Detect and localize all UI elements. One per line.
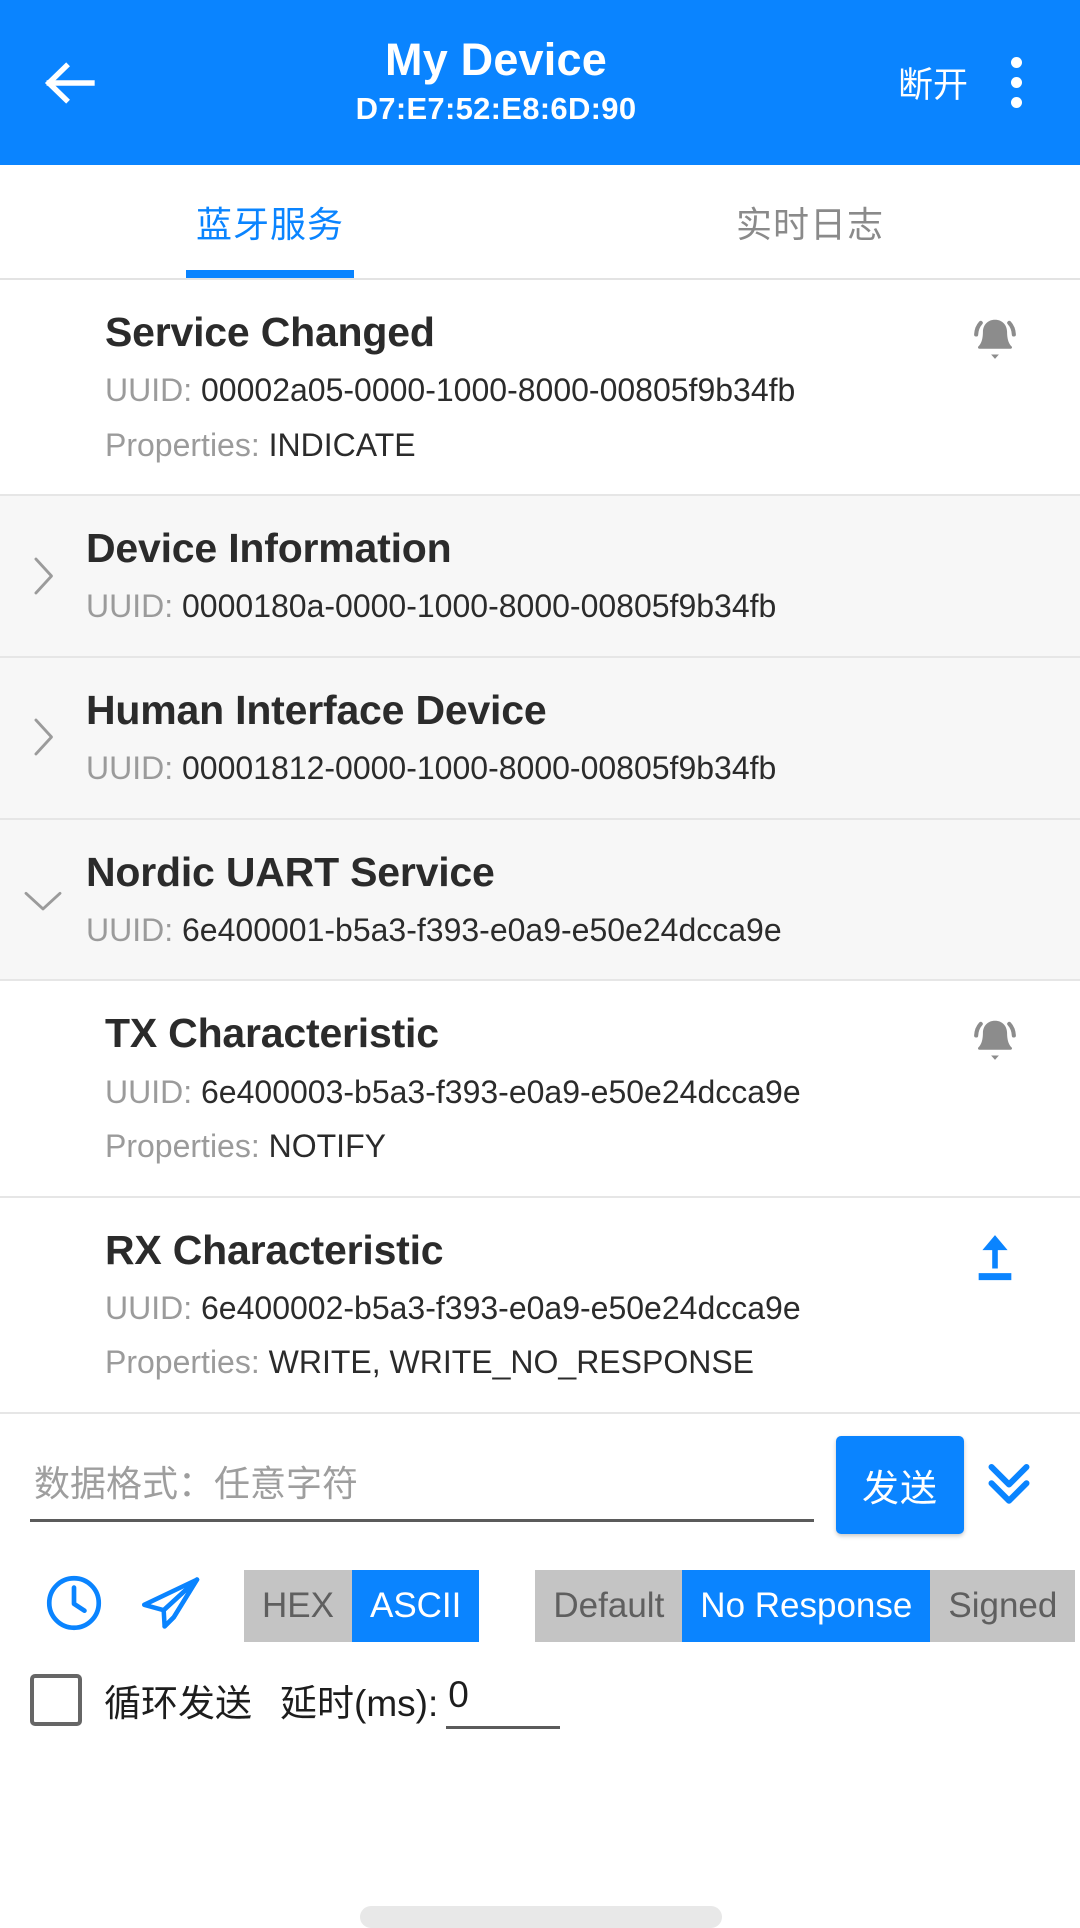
list-item-uuid: UUID: 0000180a-0000-1000-8000-00805f9b34… xyxy=(86,584,1050,629)
list-item[interactable]: Service Changed UUID: 00002a05-0000-1000… xyxy=(0,280,1080,497)
tool-row: HEX ASCII Default No Response Signed xyxy=(0,1544,1080,1660)
title-block: My Device D7:E7:52:E8:6D:90 xyxy=(108,35,884,129)
tab-label: 蓝牙服务 xyxy=(195,203,344,245)
arrow-left-icon xyxy=(39,52,101,114)
write-mode-toggle-group: Default No Response Signed xyxy=(535,1569,1076,1642)
bell-notify-icon xyxy=(966,312,1024,370)
properties-label: Properties: xyxy=(105,1128,260,1165)
expand-panel-button[interactable] xyxy=(964,1452,1054,1517)
history-button[interactable] xyxy=(26,1558,122,1654)
list-item-title: Service Changed xyxy=(105,309,435,355)
delay-input[interactable] xyxy=(446,1671,561,1729)
overflow-menu-button[interactable] xyxy=(974,35,1058,131)
notify-toggle-button[interactable] xyxy=(940,1007,1050,1071)
list-item-uuid: UUID: 00001812-0000-1000-8000-00805f9b34… xyxy=(86,746,1050,791)
properties-label: Properties: xyxy=(105,426,260,463)
list-item-body: Device Information UUID: 0000180a-0000-1… xyxy=(86,522,1050,630)
expand-toggle[interactable] xyxy=(0,708,86,767)
more-vertical-icon-dot xyxy=(1010,57,1022,68)
list-item[interactable]: TX Characteristic UUID: 6e400003-b5a3-f3… xyxy=(0,981,1080,1198)
write-button[interactable] xyxy=(940,1224,1050,1291)
tab-bar: 蓝牙服务 实时日志 xyxy=(0,165,1080,280)
service-list: Service Changed UUID: 00002a05-0000-1000… xyxy=(0,280,1080,1414)
device-address: D7:E7:52:E8:6D:90 xyxy=(355,90,637,126)
properties-value: NOTIFY xyxy=(268,1128,386,1165)
send-panel: 发送 xyxy=(0,1413,1080,1729)
list-item-title: Human Interface Device xyxy=(86,686,547,733)
list-item[interactable]: Device Information UUID: 0000180a-0000-1… xyxy=(0,496,1080,658)
bell-notify-icon xyxy=(966,1013,1024,1071)
disconnect-button[interactable]: 断开 xyxy=(892,47,974,118)
write-mode-option-signed[interactable]: Signed xyxy=(930,1569,1076,1642)
chevron-right-icon xyxy=(26,551,60,606)
app-bar: My Device D7:E7:52:E8:6D:90 断开 xyxy=(0,0,1080,165)
write-mode-option-no-response[interactable]: No Response xyxy=(682,1569,931,1642)
format-option-ascii[interactable]: ASCII xyxy=(351,1569,480,1642)
list-item[interactable]: Human Interface Device UUID: 00001812-00… xyxy=(0,657,1080,820)
list-item[interactable]: Nordic UART Service UUID: 6e400001-b5a3-… xyxy=(0,819,1080,982)
data-input[interactable] xyxy=(30,1447,814,1523)
list-item-title: RX Characteristic xyxy=(105,1226,444,1273)
list-item-uuid: UUID: 6e400001-b5a3-f393-e0a9-e50e24dcca… xyxy=(86,908,1050,953)
list-item-properties: Properties: WRITE, WRITE_NO_RESPONSE xyxy=(105,1340,940,1385)
bottom-partial-card xyxy=(360,1906,722,1928)
list-item-uuid: UUID: 6e400002-b5a3-f393-e0a9-e50e24dcca… xyxy=(105,1286,940,1331)
list-item-properties: Properties: NOTIFY xyxy=(105,1124,940,1169)
list-item-title: Device Information xyxy=(86,525,452,572)
write-mode-option-default[interactable]: Default xyxy=(535,1569,683,1642)
tab-label: 实时日志 xyxy=(735,203,884,245)
uuid-label: UUID: xyxy=(105,372,193,409)
expand-toggle[interactable] xyxy=(0,547,86,606)
list-item-body: RX Characteristic UUID: 6e400002-b5a3-f3… xyxy=(105,1224,940,1386)
tab-bluetooth-services[interactable]: 蓝牙服务 xyxy=(0,165,540,278)
tab-realtime-log[interactable]: 实时日志 xyxy=(540,165,1080,278)
send-button[interactable]: 发送 xyxy=(836,1435,964,1534)
format-option-hex[interactable]: HEX xyxy=(244,1569,352,1642)
page-title: My Device xyxy=(385,34,607,86)
uuid-value: 6e400003-b5a3-f393-e0a9-e50e24dcca9e xyxy=(201,1073,801,1110)
list-item-body: Nordic UART Service UUID: 6e400001-b5a3-… xyxy=(86,846,1050,954)
uuid-value: 6e400001-b5a3-f393-e0a9-e50e24dcca9e xyxy=(182,911,782,948)
uuid-label: UUID: xyxy=(86,911,174,948)
uuid-value: 00001812-0000-1000-8000-00805f9b34fb xyxy=(182,750,777,787)
uuid-value: 6e400002-b5a3-f393-e0a9-e50e24dcca9e xyxy=(201,1289,801,1326)
uuid-label: UUID: xyxy=(105,1289,193,1326)
paper-plane-icon xyxy=(134,1567,206,1644)
loop-send-label: 循环发送 xyxy=(104,1683,252,1725)
notify-toggle-button[interactable] xyxy=(940,306,1050,370)
properties-value: INDICATE xyxy=(268,426,416,463)
properties-value: WRITE, WRITE_NO_RESPONSE xyxy=(268,1344,755,1381)
list-item-body: TX Characteristic UUID: 6e400003-b5a3-f3… xyxy=(105,1007,940,1169)
list-item-title: TX Characteristic xyxy=(105,1010,439,1057)
chevrons-down-icon xyxy=(979,1452,1039,1517)
quick-send-button[interactable] xyxy=(122,1558,218,1654)
list-item-body: Service Changed UUID: 00002a05-0000-1000… xyxy=(105,306,940,468)
list-item-title: Nordic UART Service xyxy=(86,848,495,895)
uuid-value: 0000180a-0000-1000-8000-00805f9b34fb xyxy=(182,588,777,625)
list-item-uuid: UUID: 6e400003-b5a3-f393-e0a9-e50e24dcca… xyxy=(105,1070,940,1115)
chevron-right-icon xyxy=(26,712,60,767)
list-item-body: Human Interface Device UUID: 00001812-00… xyxy=(86,684,1050,792)
uuid-value: 00002a05-0000-1000-8000-00805f9b34fb xyxy=(201,372,796,409)
list-item-uuid: UUID: 00002a05-0000-1000-8000-00805f9b34… xyxy=(105,368,940,413)
list-item-properties: Properties: INDICATE xyxy=(105,423,940,468)
more-vertical-icon-dot xyxy=(1010,77,1022,88)
upload-arrow-icon xyxy=(967,1230,1023,1291)
more-vertical-icon-dot xyxy=(1010,97,1022,108)
clock-icon xyxy=(41,1570,107,1641)
chevron-down-icon xyxy=(18,882,68,921)
format-toggle-group: HEX ASCII xyxy=(244,1569,480,1642)
loop-send-row: 循环发送 延时(ms): xyxy=(0,1660,1080,1729)
list-item[interactable]: RX Characteristic UUID: 6e400002-b5a3-f3… xyxy=(0,1197,1080,1414)
properties-label: Properties: xyxy=(105,1344,260,1381)
uuid-label: UUID: xyxy=(86,588,174,625)
loop-send-checkbox[interactable] xyxy=(30,1674,82,1727)
uuid-label: UUID: xyxy=(105,1073,193,1110)
delay-label: 延时(ms): xyxy=(280,1683,439,1725)
back-button[interactable] xyxy=(22,35,118,131)
expand-toggle[interactable] xyxy=(0,878,86,921)
uuid-label: UUID: xyxy=(86,750,174,787)
input-row: 发送 xyxy=(0,1414,1080,1544)
